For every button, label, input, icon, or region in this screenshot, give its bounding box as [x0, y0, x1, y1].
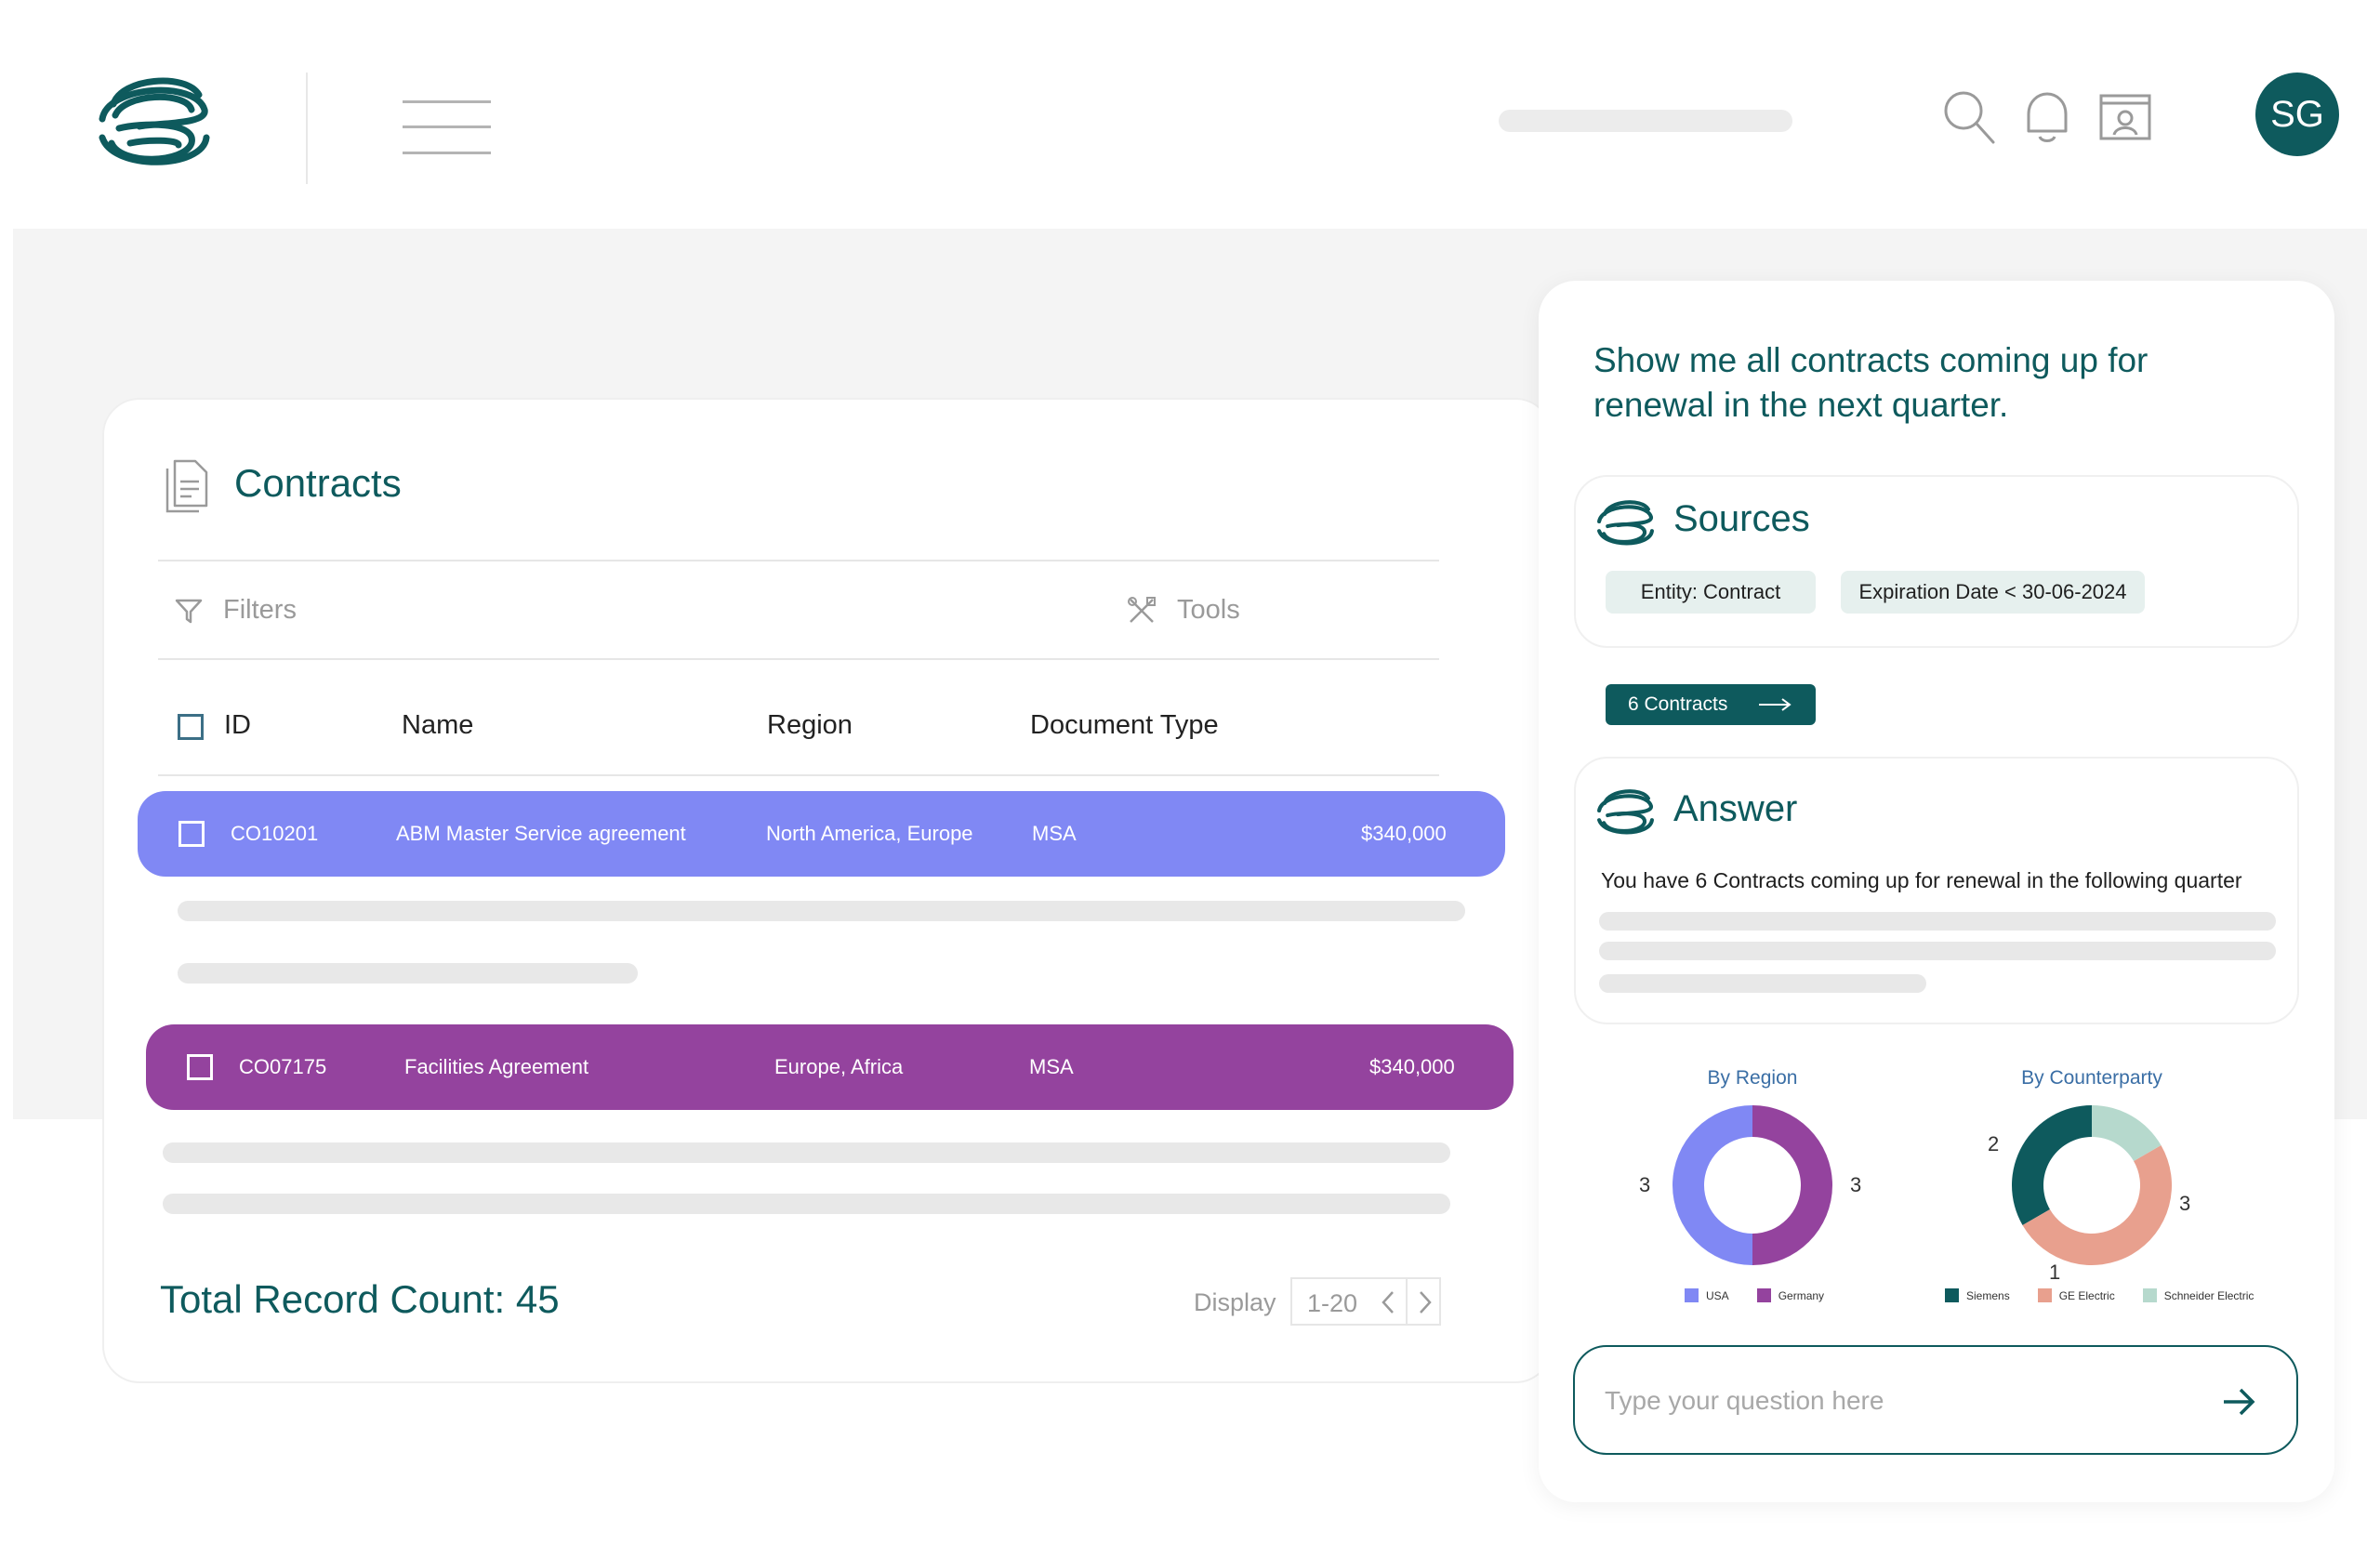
search-bar-placeholder[interactable]: [1499, 110, 1792, 132]
legend-label: Germany: [1778, 1288, 1825, 1302]
user-avatar[interactable]: SG: [2255, 73, 2339, 156]
pagination-range[interactable]: 1-20: [1307, 1289, 1357, 1318]
table-row[interactable]: CO07175 Facilities Agreement Europe, Afr…: [146, 1024, 1514, 1110]
answer-title: Answer: [1673, 788, 1798, 829]
cell-id: CO10201: [231, 822, 319, 845]
cell-name: ABM Master Service agreement: [396, 822, 686, 845]
question-input[interactable]: [1605, 1373, 2200, 1429]
total-record-count: Total Record Count: 45: [160, 1277, 560, 1321]
brand-logo-icon: [1597, 500, 1654, 546]
donut-slice-usa[interactable]: [1673, 1105, 1752, 1265]
screen-share-icon[interactable]: [2097, 88, 2153, 146]
legend-swatch: [2142, 1288, 2157, 1302]
column-header-document-type[interactable]: Document Type: [1030, 710, 1219, 741]
document-icon: [165, 459, 208, 513]
legend-label: Siemens: [1966, 1288, 2010, 1302]
cell-document-type: MSA: [1032, 822, 1077, 845]
loading-placeholder: [1599, 912, 2276, 931]
tools-label: Tools: [1177, 595, 1240, 625]
data-label-ge-electric: 3: [2179, 1192, 2191, 1215]
cell-name: Facilities Agreement: [404, 1055, 589, 1078]
loading-placeholder: [163, 1142, 1450, 1163]
donut-chart-by-region: [1673, 1105, 1832, 1265]
donut-slice-germany[interactable]: [1752, 1105, 1832, 1265]
answer-text: You have 6 Contracts coming up for renew…: [1601, 868, 2242, 892]
sources-title: Sources: [1673, 498, 1810, 539]
legend-swatch: [1945, 1288, 1959, 1302]
column-header-region[interactable]: Region: [767, 710, 853, 741]
legend-label: GE Electric: [2058, 1288, 2115, 1302]
menu-line: [403, 152, 491, 154]
view-contracts-button[interactable]: 6 Contracts: [1606, 684, 1816, 725]
brand-logo-icon[interactable]: [93, 67, 214, 171]
source-chip[interactable]: Entity: Contract: [1606, 571, 1816, 614]
data-label-germany: 3: [1850, 1173, 1862, 1196]
row-checkbox[interactable]: [187, 1054, 213, 1080]
legend-by-counterparty: Siemens GE Electric Schneider Electric: [1945, 1288, 2254, 1302]
legend-label: USA: [1706, 1288, 1729, 1302]
arrow-right-icon: [1759, 698, 1792, 711]
source-chip[interactable]: Expiration Date < 30-06-2024: [1841, 571, 2145, 614]
donut-chart-by-counterparty: [2012, 1105, 2172, 1265]
search-icon[interactable]: [1941, 88, 1997, 146]
pager-divider: [1406, 1279, 1408, 1324]
chart-title-by-region: By Region: [1707, 1067, 1798, 1089]
tools-icon: [1128, 596, 1156, 623]
select-all-checkbox[interactable]: [178, 714, 204, 740]
cell-value: $340,000: [1369, 1055, 1455, 1078]
question-input-box: [1573, 1345, 2298, 1455]
legend-swatch: [1756, 1288, 1771, 1302]
chevron-left-icon[interactable]: [1374, 1287, 1402, 1318]
pagination-control: 1-20: [1290, 1277, 1441, 1326]
filter-icon: [175, 599, 203, 623]
legend-swatch: [1685, 1288, 1699, 1302]
cell-region: Europe, Africa: [774, 1055, 904, 1078]
page: SG Contracts Filters Tools ID Name Regio…: [0, 0, 2380, 1558]
data-label-usa: 3: [1639, 1173, 1651, 1196]
divider: [158, 560, 1439, 561]
page-title: Contracts: [234, 461, 402, 505]
divider: [158, 774, 1439, 776]
cell-document-type: MSA: [1029, 1055, 1074, 1078]
menu-line: [403, 125, 491, 128]
cell-id: CO07175: [239, 1055, 327, 1078]
app-header: SG: [0, 0, 2380, 229]
display-label: Display: [1194, 1288, 1276, 1316]
column-header-name[interactable]: Name: [402, 710, 473, 741]
data-label-schneider-electric: 1: [2049, 1261, 2061, 1284]
loading-placeholder: [1599, 942, 2276, 960]
filters-label: Filters: [223, 595, 297, 625]
cell-value: $340,000: [1361, 822, 1447, 845]
tools-button[interactable]: Tools: [1127, 595, 1240, 626]
data-label-siemens: 2: [1988, 1132, 2000, 1155]
chevron-right-icon[interactable]: [1411, 1287, 1439, 1318]
view-contracts-label: 6 Contracts: [1628, 693, 1728, 715]
column-header-id[interactable]: ID: [224, 710, 251, 741]
divider: [158, 658, 1439, 660]
brand-logo-icon: [1597, 789, 1654, 835]
row-checkbox[interactable]: [178, 821, 205, 847]
loading-placeholder: [1599, 974, 1926, 993]
legend-label: Schneider Electric: [2163, 1288, 2254, 1302]
cell-region: North America, Europe: [766, 822, 973, 845]
user-prompt: Show me all contracts coming up for rene…: [1593, 341, 2149, 424]
menu-button[interactable]: [403, 100, 491, 154]
menu-line: [403, 100, 491, 103]
donut-slice-siemens[interactable]: [2012, 1105, 2092, 1225]
header-divider: [306, 73, 308, 184]
filters-button[interactable]: Filters: [175, 595, 297, 626]
contracts-card: [102, 398, 1553, 1383]
legend-swatch: [2037, 1288, 2052, 1302]
bell-icon[interactable]: [2019, 88, 2075, 146]
loading-placeholder: [178, 963, 638, 984]
table-row[interactable]: CO10201 ABM Master Service agreement Nor…: [138, 791, 1505, 877]
loading-placeholder: [163, 1194, 1450, 1214]
chart-title-by-counterparty: By Counterparty: [2021, 1067, 2162, 1089]
loading-placeholder: [178, 901, 1465, 921]
legend-by-region: USA Germany: [1685, 1288, 1824, 1302]
send-arrow-icon[interactable]: [2220, 1384, 2257, 1419]
